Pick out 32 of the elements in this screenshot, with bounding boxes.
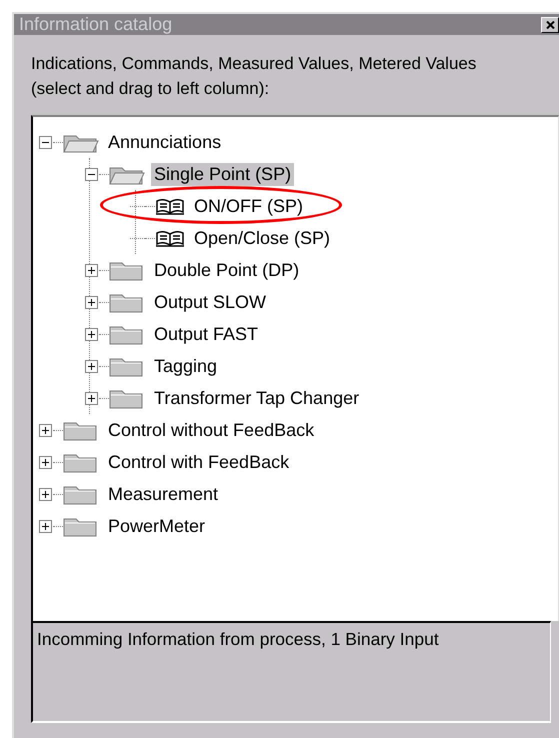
book-icon (155, 228, 185, 248)
collapse-icon[interactable] (85, 168, 98, 180)
close-button[interactable] (541, 16, 559, 32)
expand-icon[interactable] (85, 328, 98, 340)
expand-icon[interactable] (39, 520, 52, 532)
expand-icon[interactable] (39, 424, 52, 436)
tree-item[interactable]: Measurement (105, 482, 222, 506)
tree-item[interactable]: Single Point (SP) (151, 162, 294, 186)
tree-item[interactable]: ON/OFF (SP) (191, 194, 306, 218)
book-icon (155, 196, 185, 216)
instruction-text: Indications, Commands, Measured Values, Metered Values (select and drag to left column): (31, 53, 478, 100)
collapse-icon[interactable] (39, 136, 52, 148)
tree-item[interactable]: Tagging (151, 354, 220, 378)
expand-icon[interactable] (85, 264, 98, 276)
tree-item[interactable]: Output FAST (151, 322, 262, 346)
tree-item[interactable]: Control without FeedBack (105, 418, 318, 442)
tree-item[interactable]: Double Point (DP) (151, 258, 302, 282)
tree-view[interactable] (31, 115, 559, 621)
tree-item[interactable]: Transformer Tap Changer (151, 386, 362, 410)
tree-item[interactable]: Open/Close (SP) (191, 226, 334, 250)
tree-item[interactable]: Output SLOW (151, 290, 270, 314)
tree-item[interactable]: PowerMeter (105, 514, 208, 538)
tree-item[interactable]: Annunciations (105, 130, 224, 154)
expand-icon[interactable] (85, 360, 98, 372)
expand-icon[interactable] (39, 456, 52, 468)
close-icon (546, 20, 554, 28)
expand-icon[interactable] (85, 296, 98, 308)
description-text: Incomming Information from process, 1 Binary Input (37, 629, 439, 649)
tree-item[interactable]: Control with FeedBack (105, 450, 292, 474)
expand-icon[interactable] (39, 488, 52, 500)
expand-icon[interactable] (85, 392, 98, 404)
window-title: Information catalog (19, 14, 172, 35)
